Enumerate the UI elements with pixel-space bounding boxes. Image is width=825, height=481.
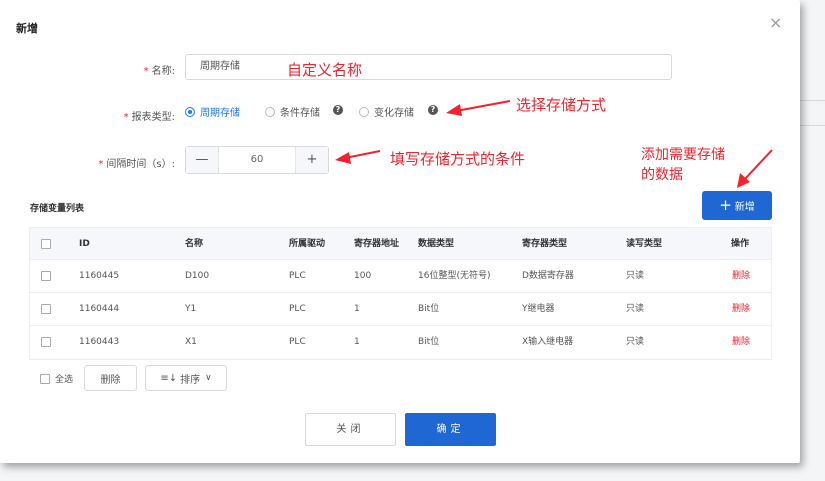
arrow-add-data-icon (737, 149, 773, 188)
backdrop-divider (800, 125, 825, 126)
add-dialog: 新增 × * 名称: 周期存储 自定义名称 * 报表类型: 周期存储 条件存储 ? … (0, 0, 800, 463)
arrow-choose-storage-icon (446, 100, 511, 116)
arrow-fill-condition-icon (335, 150, 381, 164)
backdrop-divider (800, 100, 825, 101)
annotation-arrows (335, 100, 773, 188)
